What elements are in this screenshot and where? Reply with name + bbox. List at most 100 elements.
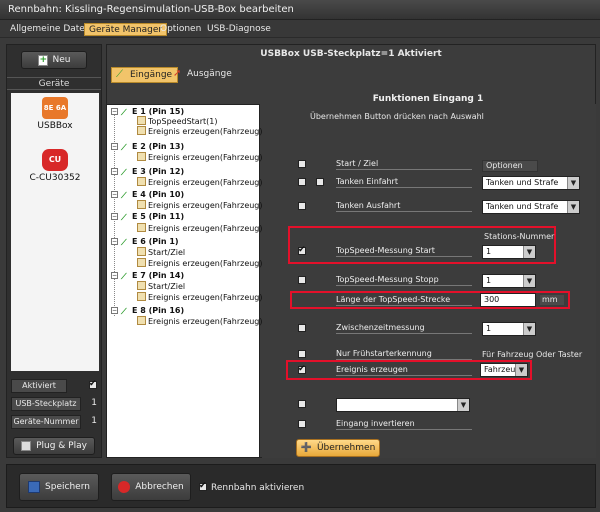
expand-icon[interactable]: −	[111, 307, 118, 314]
topspeed-start-checkbox[interactable]	[298, 245, 306, 255]
topspeed-start-select[interactable]: 1 ▼	[482, 245, 536, 259]
active-label: Aktiviert	[11, 379, 67, 393]
chevron-down-icon: ▼	[515, 364, 527, 376]
ereignis-checkbox[interactable]	[298, 364, 306, 374]
device-name: USBBox	[37, 121, 73, 131]
plug-play-button[interactable]: Plug & Play	[13, 437, 95, 455]
tab-eingaenge-label: Eingänge	[130, 70, 173, 80]
output-plug-icon: ➚	[173, 68, 182, 79]
menu-optionen[interactable]: Optionen	[156, 23, 205, 36]
tree-item-e5[interactable]: ⟋ E 5 (Pin 11)	[121, 211, 184, 222]
apply-button[interactable]: ➕ Übernehmen	[296, 439, 380, 457]
expand-icon[interactable]: −	[111, 168, 118, 175]
tanken-ausfahrt-select[interactable]: Tanken und Strafe ▼	[482, 200, 580, 214]
tree-item-e7[interactable]: ⟋ E 7 (Pin 14)	[121, 270, 184, 281]
cancel-button[interactable]: Abbrechen	[111, 473, 191, 501]
extra-select[interactable]: ▼	[336, 398, 470, 412]
tanken-einfahrt-checkbox[interactable]	[298, 178, 306, 186]
usb-slot-label: USB-Steckplatz	[11, 397, 81, 411]
ereignis-label: Ereignis erzeugen	[336, 364, 472, 376]
green-plug-icon: ⟋	[121, 191, 127, 200]
functions-panel: Übernehmen Button drücken nach Auswahl S…	[262, 104, 596, 458]
tree-item-e4[interactable]: ⟋ E 4 (Pin 10)	[121, 189, 184, 200]
tree-child[interactable]: Ereignis erzeugen(Fahrzeug)	[137, 223, 263, 234]
chevron-down-icon: ▼	[523, 275, 535, 287]
bottom-bar: Speichern Abbrechen Rennbahn aktivieren	[6, 464, 596, 508]
invert-checkbox[interactable]	[298, 420, 306, 428]
tree-child[interactable]: Ereignis erzeugen(Fahrzeug)	[137, 316, 263, 327]
green-plug-icon: ⟋	[121, 168, 127, 177]
topspeed-stopp-select[interactable]: 1 ▼	[482, 274, 536, 288]
new-icon: +	[37, 54, 48, 66]
save-button[interactable]: Speichern	[19, 473, 99, 501]
green-plug-icon: ⟋	[121, 213, 127, 222]
usb-slot-value: 1	[91, 398, 97, 408]
tanken-einfahrt-select[interactable]: Tanken und Strafe ▼	[482, 176, 580, 190]
tanken-einfahrt-checkbox-2[interactable]	[316, 178, 324, 186]
extra-checkbox[interactable]	[298, 400, 306, 408]
activate-checkbox[interactable]	[199, 481, 207, 491]
input-tree: − ⟋ E 1 (Pin 15) TopSpeedStart(1) Ereigni…	[106, 104, 263, 458]
menu-allgemeine-daten[interactable]: Allgemeine Daten	[6, 23, 95, 36]
device-number-label: Geräte-Nummer	[11, 415, 81, 429]
tree-item-e3[interactable]: ⟋ E 3 (Pin 12)	[121, 166, 184, 177]
tanken-ausfahrt-checkbox[interactable]	[298, 202, 306, 210]
event-icon	[137, 223, 146, 232]
expand-icon[interactable]: −	[111, 108, 118, 115]
station-label: Stations-Nummer	[484, 232, 555, 241]
expand-icon[interactable]: −	[111, 213, 118, 220]
expand-icon[interactable]: −	[111, 191, 118, 198]
expand-icon[interactable]: −	[111, 272, 118, 279]
event-icon	[137, 152, 146, 161]
device-header: USBBox USB-Steckplatz=1 Aktiviert	[260, 49, 442, 59]
expand-icon[interactable]: −	[111, 238, 118, 245]
start-ziel-checkbox[interactable]	[298, 160, 306, 168]
hint-text: Übernehmen Button drücken nach Auswahl	[310, 112, 484, 121]
tab-ausgaenge[interactable]: ➚ Ausgänge	[169, 67, 237, 83]
expand-icon[interactable]: −	[111, 143, 118, 150]
cancel-icon	[118, 481, 131, 493]
event-icon	[137, 126, 146, 135]
menu-usb-diagnose[interactable]: USB-Diagnose	[203, 23, 275, 36]
tree-child[interactable]: Ereignis erzeugen(Fahrzeug)	[137, 177, 263, 188]
window-title: Rennbahn: Kissling-Regensimulation-USB-B…	[8, 4, 294, 15]
chevron-down-icon: ▼	[567, 201, 579, 213]
tree-child[interactable]: Ereignis erzeugen(Fahrzeug)	[137, 258, 263, 269]
tree-child[interactable]: Start/Ziel	[137, 247, 185, 258]
tree-child[interactable]: Ereignis erzeugen(Fahrzeug)	[137, 292, 263, 303]
green-plug-icon: ⟋	[121, 272, 127, 281]
new-device-button[interactable]: + Neu	[21, 51, 87, 69]
plug-icon	[21, 441, 32, 451]
laenge-input[interactable]: 300	[480, 293, 536, 307]
topspeed-stopp-label: TopSpeed-Messung Stopp	[336, 274, 472, 286]
active-checkbox[interactable]	[89, 379, 97, 389]
ereignis-select[interactable]: Fahrzeug ▼	[480, 363, 528, 377]
tree-child[interactable]: Ereignis erzeugen(Fahrzeug)	[137, 200, 263, 211]
device-usbbox[interactable]: 8E 6A USBBox	[11, 97, 99, 131]
tree-child[interactable]: Ereignis erzeugen(Fahrzeug)	[137, 126, 263, 137]
device-ccu[interactable]: CU C-CU30352	[11, 149, 99, 183]
tree-child[interactable]: Ereignis erzeugen(Fahrzeug)	[137, 152, 263, 163]
event-icon	[137, 177, 146, 186]
cancel-label: Abbrechen	[135, 482, 184, 492]
green-plug-icon: ⟋	[121, 108, 127, 117]
fruehstart-checkbox[interactable]	[298, 350, 306, 358]
chevron-down-icon: ▼	[523, 246, 535, 258]
zwischenzeit-checkbox[interactable]	[298, 324, 306, 332]
tree-item-e6[interactable]: ⟋ E 6 (Pin 1)	[121, 236, 179, 247]
tree-item-e8[interactable]: ⟋ E 8 (Pin 16)	[121, 305, 184, 316]
zwischenzeit-select[interactable]: 1 ▼	[482, 322, 536, 336]
menu-geraete-manager[interactable]: Geräte Manager	[84, 23, 168, 36]
save-icon	[28, 481, 41, 493]
topspeed-stopp-checkbox[interactable]	[298, 276, 306, 284]
fruehstart-label: Nur Frühstarterkennung	[336, 348, 472, 360]
any-label: Für Fahrzeug Oder Taster	[482, 350, 583, 359]
event-icon	[137, 258, 146, 267]
tab-ausgaenge-label: Ausgänge	[187, 69, 232, 79]
usb-slot-row: USB-Steckplatz 1	[11, 397, 99, 411]
tanken-einfahrt-label: Tanken Einfahrt	[336, 176, 472, 188]
input-plug-icon: ⟋	[116, 69, 123, 80]
tree-item-e2[interactable]: ⟋ E 2 (Pin 13)	[121, 141, 184, 152]
tree-child[interactable]: Start/Ziel	[137, 281, 185, 292]
chevron-down-icon: ▼	[567, 177, 579, 189]
